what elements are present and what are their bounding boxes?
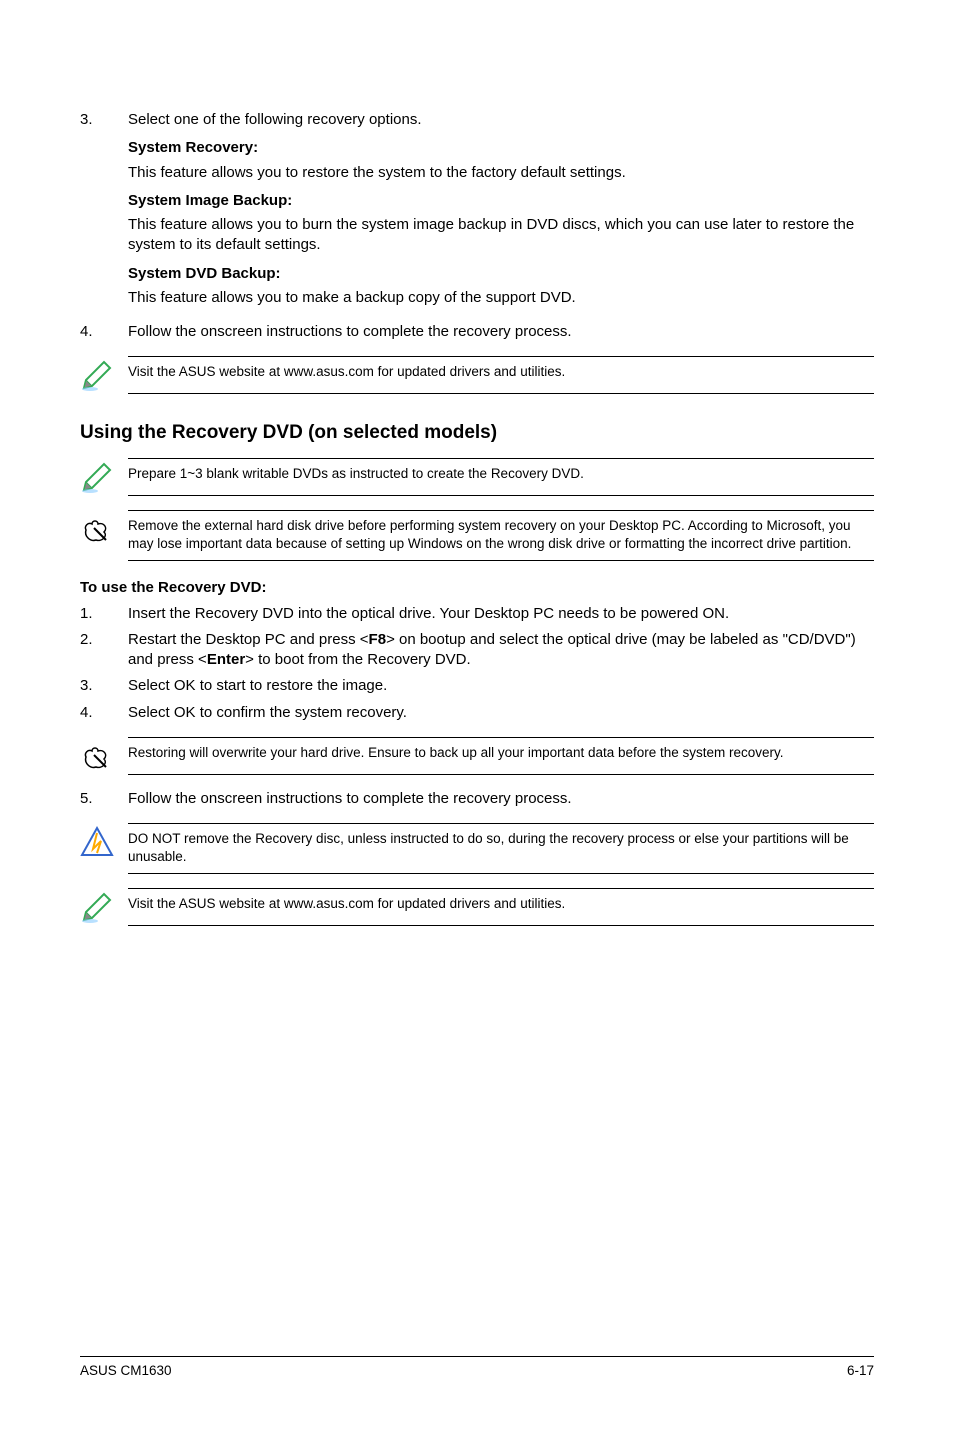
list-number: 3.	[80, 110, 128, 316]
note-text: Restoring will overwrite your hard drive…	[128, 737, 874, 775]
list-item: 5. Follow the onscreen instructions to c…	[80, 789, 874, 809]
warning-icon	[80, 825, 116, 861]
list-item-text: Restart the Desktop PC and press <F8> on…	[128, 630, 874, 671]
list-item-text: Select OK to start to restore the image.	[128, 676, 874, 696]
hand-icon	[80, 512, 116, 548]
warning-do-not-remove: DO NOT remove the Recovery disc, unless …	[80, 823, 874, 873]
list-number: 1.	[80, 604, 128, 624]
list-item-text: Insert the Recovery DVD into the optical…	[128, 604, 874, 624]
recovery-option-desc: This feature allows you to make a backup…	[128, 288, 874, 308]
list-number: 3.	[80, 676, 128, 696]
note-prepare-dvd: Prepare 1~3 blank writable DVDs as instr…	[80, 458, 874, 496]
recovery-option-title: System Image Backup:	[128, 191, 874, 211]
note-text: Prepare 1~3 blank writable DVDs as instr…	[128, 458, 874, 496]
recovery-option-title: System DVD Backup:	[128, 264, 874, 284]
note-remove-hdd: Remove the external hard disk drive befo…	[80, 510, 874, 560]
list-item: 2. Restart the Desktop PC and press <F8>…	[80, 630, 874, 671]
list-item: 3. Select OK to start to restore the ima…	[80, 676, 874, 696]
note-visit-asus-2: Visit the ASUS website at www.asus.com f…	[80, 888, 874, 926]
recovery-option-desc: This feature allows you to burn the syst…	[128, 215, 874, 256]
ordered-list-step5: 5. Follow the onscreen instructions to c…	[80, 789, 874, 809]
recovery-option-block: System Recovery: This feature allows you…	[128, 138, 874, 183]
hand-icon	[80, 739, 116, 775]
recovery-option-block: System DVD Backup: This feature allows y…	[128, 264, 874, 309]
recovery-option-desc: This feature allows you to restore the s…	[128, 163, 874, 183]
ordered-list-steps: 1. Insert the Recovery DVD into the opti…	[80, 604, 874, 723]
list-item: 4. Select OK to confirm the system recov…	[80, 703, 874, 723]
list-item-text: Follow the onscreen instructions to comp…	[128, 322, 874, 342]
list-item-text: Follow the onscreen instructions to comp…	[128, 789, 874, 809]
list-number: 2.	[80, 630, 128, 671]
note-text: Visit the ASUS website at www.asus.com f…	[128, 356, 874, 394]
note-visit-asus-1: Visit the ASUS website at www.asus.com f…	[80, 356, 874, 394]
list-item-text: Select OK to confirm the system recovery…	[128, 703, 874, 723]
note-text: Remove the external hard disk drive befo…	[128, 510, 874, 560]
note-restoring: Restoring will overwrite your hard drive…	[80, 737, 874, 775]
footer-page-number: 6-17	[847, 1363, 874, 1378]
recovery-option-block: System Image Backup: This feature allows…	[128, 191, 874, 256]
note-text: DO NOT remove the Recovery disc, unless …	[128, 823, 874, 873]
recovery-option-title: System Recovery:	[128, 138, 874, 158]
list-item-intro: Select one of the following recovery opt…	[128, 110, 874, 130]
footer-model: ASUS CM1630	[80, 1363, 172, 1378]
ordered-list-top: 3. Select one of the following recovery …	[80, 110, 874, 342]
pencil-icon	[80, 460, 116, 496]
pencil-icon	[80, 890, 116, 926]
pencil-icon	[80, 358, 116, 394]
section-heading: Using the Recovery DVD (on selected mode…	[80, 422, 874, 444]
subheading: To use the Recovery DVD:	[80, 579, 874, 596]
list-item-3: 3. Select one of the following recovery …	[80, 110, 874, 316]
list-item: 1. Insert the Recovery DVD into the opti…	[80, 604, 874, 624]
list-item-4: 4. Follow the onscreen instructions to c…	[80, 322, 874, 342]
list-number: 5.	[80, 789, 128, 809]
list-number: 4.	[80, 322, 128, 342]
note-text: Visit the ASUS website at www.asus.com f…	[128, 888, 874, 926]
page-footer: ASUS CM1630 6-17	[80, 1356, 874, 1378]
list-number: 4.	[80, 703, 128, 723]
